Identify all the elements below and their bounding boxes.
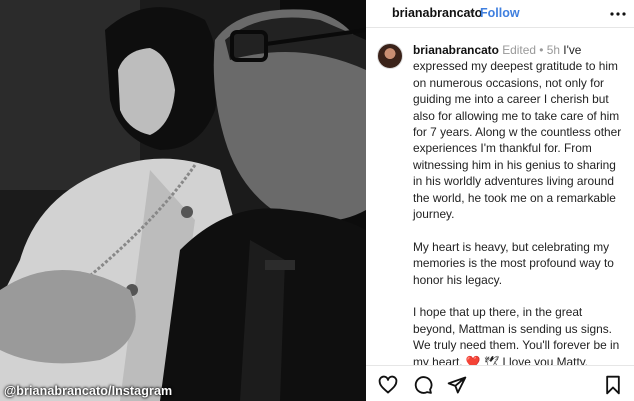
post-panel: brianabrancato • Follow brianabrancato E… — [366, 0, 634, 401]
caption-text-1: I've expressed my deepest gratitude to h… — [413, 43, 622, 222]
action-bar — [366, 365, 634, 401]
photo-credit: @brianabrancato/Instagram — [4, 384, 173, 398]
comment-icon[interactable] — [413, 375, 433, 395]
post-time[interactable]: 5h — [547, 43, 560, 57]
share-icon[interactable] — [447, 375, 467, 395]
edited-label: Edited — [502, 43, 536, 57]
author-avatar[interactable] — [377, 43, 403, 69]
more-horizontal-icon[interactable] — [608, 4, 628, 24]
post-photo: @brianabrancato/Instagram — [0, 0, 366, 401]
header-username[interactable]: brianabrancato — [392, 6, 482, 20]
meta-separator: • — [539, 43, 544, 57]
photo-illustration — [0, 0, 366, 401]
follow-button[interactable]: Follow — [480, 6, 520, 20]
caption-paragraph-1: brianabrancato Edited • 5h I've expresse… — [413, 42, 625, 222]
caption-author[interactable]: brianabrancato — [413, 43, 499, 57]
caption-paragraph-2: My heart is heavy, but celebrating my me… — [413, 239, 614, 287]
heart-icon[interactable] — [378, 375, 398, 395]
bookmark-icon[interactable] — [603, 375, 623, 395]
header-separator: • — [470, 5, 475, 19]
post-caption: brianabrancato Edited • 5h I've expresse… — [413, 42, 625, 370]
caption-paragraph-3: I hope that up there, in the great beyon… — [413, 304, 625, 370]
post-header: brianabrancato • Follow — [366, 0, 634, 28]
